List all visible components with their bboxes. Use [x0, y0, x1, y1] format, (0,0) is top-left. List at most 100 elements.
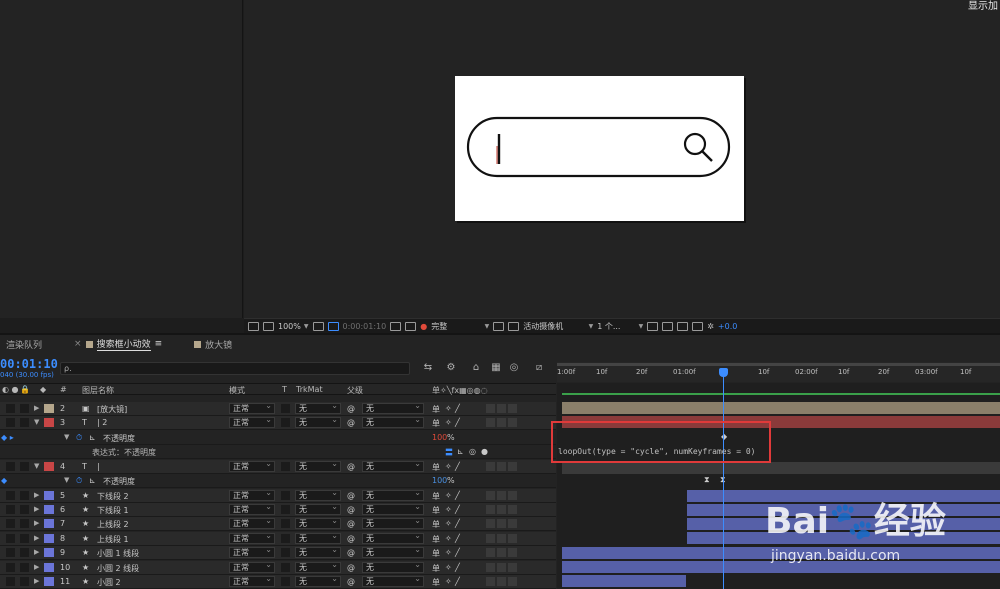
layer-name[interactable]: 上线段 2	[97, 519, 129, 530]
switch-box[interactable]	[497, 404, 506, 413]
mode-select[interactable]: 正常	[229, 415, 275, 428]
preserve-transparency-toggle[interactable]	[281, 548, 290, 557]
switch-collapse-icon[interactable]: ✧	[445, 505, 452, 514]
switch-box[interactable]	[508, 491, 517, 500]
graph-editor-icon[interactable]: ⧄	[533, 362, 545, 373]
layer-name[interactable]: |	[97, 462, 100, 471]
layer-row[interactable]: ▶2▣[放大镜]正常无@无单✧╱	[0, 401, 556, 416]
preserve-transparency-toggle[interactable]	[281, 534, 290, 543]
draft-3d-icon[interactable]: ⚙	[445, 362, 457, 373]
lock-toggle[interactable]	[20, 505, 29, 514]
preserve-transparency-toggle[interactable]	[281, 577, 290, 586]
preserve-transparency-toggle[interactable]	[281, 505, 290, 514]
expand-triangle-icon[interactable]: ▶	[34, 563, 39, 571]
lock-toggle[interactable]	[20, 462, 29, 471]
switch-box[interactable]	[497, 577, 506, 586]
parent-select[interactable]: 无	[362, 516, 424, 529]
mode-select[interactable]: 正常	[229, 502, 275, 515]
snapshot-icon[interactable]	[390, 321, 402, 331]
parent-select[interactable]: 无	[362, 488, 424, 501]
label-color-swatch[interactable]	[44, 577, 54, 586]
layer-search-input[interactable]: ρ.	[60, 362, 410, 375]
layer-name[interactable]: 下线段 1	[97, 505, 129, 516]
expand-triangle-icon[interactable]: ▶	[34, 577, 39, 585]
viewer-timecode[interactable]: 0:00:01:10	[343, 322, 387, 331]
pick-whip-icon[interactable]: @	[347, 534, 355, 543]
switch-shy-icon[interactable]: 单	[432, 563, 440, 574]
flowchart-icon[interactable]	[692, 321, 704, 331]
current-time[interactable]: 00:01:10	[0, 357, 58, 371]
mode-select[interactable]: 正常	[229, 574, 275, 587]
switch-box[interactable]	[508, 548, 517, 557]
parent-select[interactable]: 无	[362, 415, 424, 428]
preserve-transparency-toggle[interactable]	[281, 462, 290, 471]
switch-box[interactable]	[497, 563, 506, 572]
switch-box[interactable]	[486, 519, 495, 528]
switch-box[interactable]	[486, 563, 495, 572]
region-of-interest-icon[interactable]	[248, 321, 259, 331]
expression-pickwhip-icon[interactable]: ◎	[469, 447, 476, 456]
layer-name[interactable]: 小圆 2 线段	[97, 563, 139, 574]
switch-quality-icon[interactable]: ╱	[455, 462, 460, 471]
visibility-toggle[interactable]	[6, 519, 15, 528]
lock-toggle[interactable]	[20, 563, 29, 572]
track-bar-magnifier[interactable]	[562, 402, 1000, 414]
parent-select[interactable]: 无	[362, 574, 424, 587]
column-layer-name[interactable]: 图层名称	[82, 385, 114, 396]
tab-render-queue[interactable]: 渲染队列	[0, 335, 48, 353]
layer-row[interactable]: ▶9★小圆 1 线段正常无@无单✧╱	[0, 545, 556, 560]
trkmat-select[interactable]: 无	[295, 502, 341, 515]
switch-box[interactable]	[497, 491, 506, 500]
close-icon[interactable]: ×	[74, 339, 82, 349]
switch-quality-icon[interactable]: ╱	[455, 491, 460, 500]
switch-shy-icon[interactable]: 单	[432, 418, 440, 429]
layer-name[interactable]: [放大镜]	[97, 404, 127, 415]
switch-box[interactable]	[486, 577, 495, 586]
switch-shy-icon[interactable]: 单	[432, 404, 440, 415]
composition-canvas[interactable]	[455, 76, 744, 221]
switch-quality-icon[interactable]: ╱	[455, 418, 460, 427]
switch-quality-icon[interactable]: ╱	[455, 519, 460, 528]
keyframe-nav-icon[interactable]: ◆ ▸	[1, 433, 14, 442]
switch-quality-icon[interactable]: ╱	[455, 563, 460, 572]
expand-triangle-icon[interactable]: ▼	[64, 433, 69, 441]
pick-whip-icon[interactable]: @	[347, 404, 355, 413]
trkmat-select[interactable]: 无	[295, 401, 341, 414]
column-t[interactable]: T	[282, 385, 287, 394]
label-color-swatch[interactable]	[44, 462, 54, 471]
layer-name[interactable]: 下线段 2	[97, 491, 129, 502]
label-color-swatch[interactable]	[44, 534, 54, 543]
switch-box[interactable]	[497, 548, 506, 557]
expand-triangle-icon[interactable]: ▼	[64, 476, 69, 484]
visibility-toggle[interactable]	[6, 462, 15, 471]
keyframe-icon[interactable]: ⧗	[704, 475, 710, 485]
pick-whip-icon[interactable]: @	[347, 505, 355, 514]
lock-toggle[interactable]	[20, 491, 29, 500]
playhead-handle[interactable]	[719, 368, 728, 377]
preserve-transparency-toggle[interactable]	[281, 491, 290, 500]
switch-shy-icon[interactable]: 单	[432, 519, 440, 530]
expression-text[interactable]: loopOut(type = "cycle", numKeyframes = 0…	[558, 447, 755, 456]
grid-icon[interactable]	[312, 321, 324, 331]
frame-blending-icon[interactable]: ▦	[490, 362, 502, 373]
menu-icon[interactable]: ≡	[155, 339, 163, 349]
layer-row[interactable]: ▶6★下线段 1正常无@无单✧╱	[0, 502, 556, 517]
parent-select[interactable]: 无	[362, 531, 424, 544]
switch-collapse-icon[interactable]: ✧	[445, 519, 452, 528]
graph-icon[interactable]: ⊾	[89, 433, 96, 442]
tab-search-box-anim[interactable]: × 搜索框小动效 ≡	[68, 335, 168, 353]
label-color-swatch[interactable]	[44, 404, 54, 413]
switch-shy-icon[interactable]: 单	[432, 491, 440, 502]
visibility-toggle[interactable]	[6, 563, 15, 572]
layer-row[interactable]: ▼4T|正常无@无单✧╱	[0, 459, 556, 474]
expression-graph-icon[interactable]: ⊾	[457, 447, 464, 456]
pick-whip-icon[interactable]: @	[347, 577, 355, 586]
expand-triangle-icon[interactable]: ▶	[34, 491, 39, 499]
expand-triangle-icon[interactable]: ▼	[34, 418, 39, 426]
trkmat-select[interactable]: 无	[295, 545, 341, 558]
switch-box[interactable]	[486, 404, 495, 413]
property-row[interactable]: ◆ ▸ ▼ ⏱ ⊾ 不透明度 100%	[0, 431, 556, 445]
3d-renderer-icon[interactable]	[662, 321, 674, 331]
lock-toggle[interactable]	[20, 577, 29, 586]
layer-name[interactable]: 小圆 1 线段	[97, 548, 139, 559]
